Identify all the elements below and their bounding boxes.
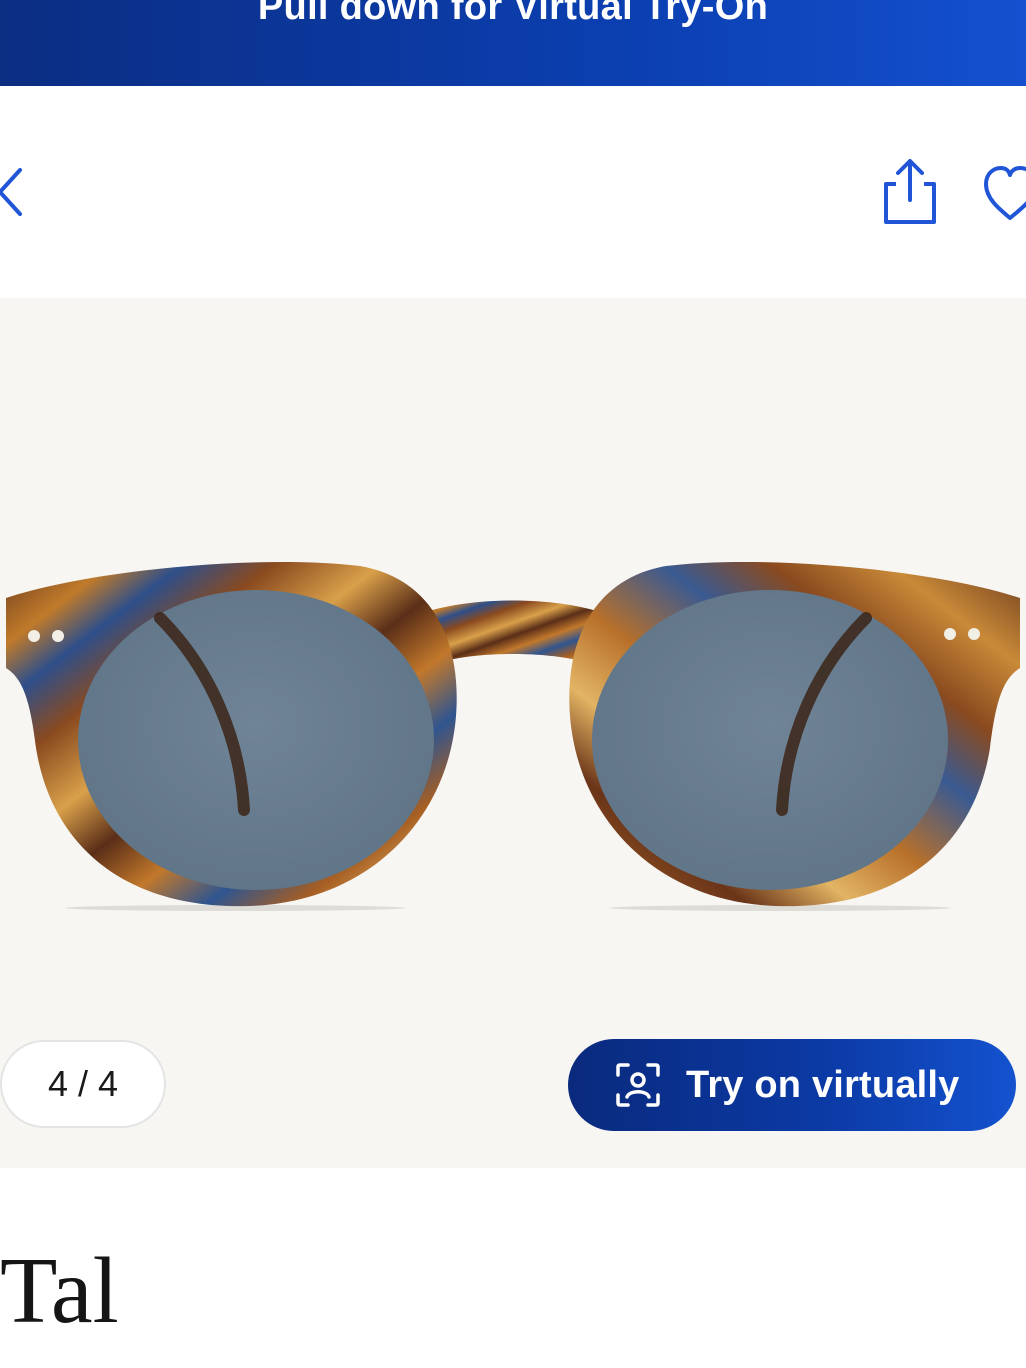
share-icon <box>884 159 936 224</box>
face-scan-icon <box>616 1063 660 1107</box>
favorite-button[interactable] <box>978 160 1026 224</box>
try-on-virtually-button[interactable]: Try on virtually <box>568 1039 1016 1131</box>
try-on-label: Try on virtually <box>686 1063 960 1106</box>
image-counter: 4 / 4 <box>0 1040 166 1128</box>
heart-icon <box>984 166 1026 220</box>
pull-down-banner[interactable]: Pull down for Virtual Try-On <box>0 0 1026 86</box>
banner-text: Pull down for Virtual Try-On <box>257 0 769 28</box>
chevron-left-icon <box>0 168 22 216</box>
sunglasses-product-image <box>6 561 1020 911</box>
product-image-gallery[interactable]: 4 / 4 Try on virtually <box>0 298 1026 1168</box>
back-button[interactable] <box>0 162 32 222</box>
share-button[interactable] <box>874 156 944 228</box>
top-navigation-bar <box>0 86 1026 298</box>
product-name: Tal <box>0 1239 119 1343</box>
